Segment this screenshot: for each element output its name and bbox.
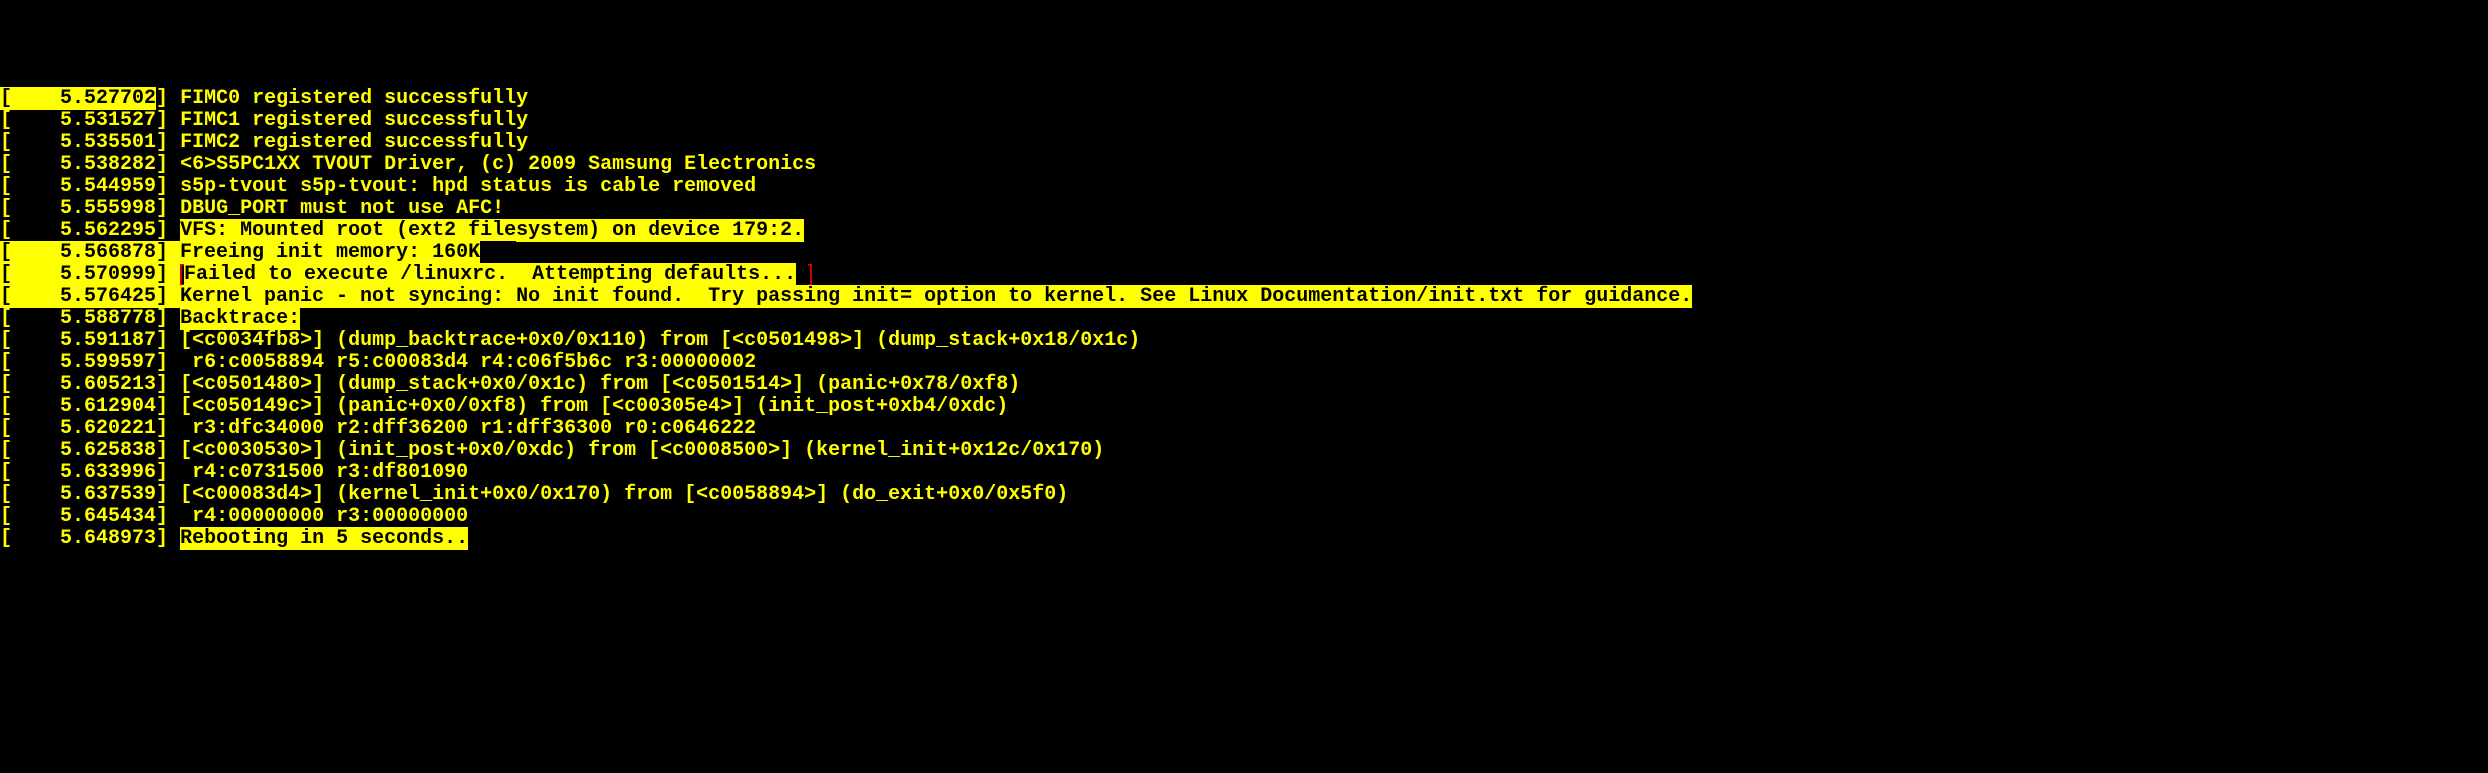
timestamp: 5.637539 [12, 483, 156, 506]
timestamp: 5.588778 [12, 307, 156, 330]
log-message: FIMC1 registered successfully [180, 109, 528, 132]
log-line: [ 5.637539] [<c00083d4>] (kernel_init+0x… [0, 484, 2488, 506]
log-line-hl: [ 5.576425] Kernel panic - not syncing: … [0, 285, 1692, 308]
log-line: [ 5.645434] r4:00000000 r3:00000000 [0, 506, 2488, 528]
log-message: r4:c0731500 r3:df801090 [180, 461, 468, 484]
log-line: [ 5.648973] Rebooting in 5 seconds.. [0, 528, 2488, 550]
timestamp: 5.538282 [12, 153, 156, 176]
timestamp: 5.633996 [12, 461, 156, 484]
log-line: [ 5.633996] r4:c0731500 r3:df801090 [0, 462, 2488, 484]
log-line: [ 5.605213] [<c0501480>] (dump_stack+0x0… [0, 374, 2488, 396]
timestamp: 5.527702 [12, 87, 156, 110]
terminal-output: [ 5.527702] FIMC0 registered successfull… [0, 88, 2488, 550]
log-line: [ 5.538282] <6>S5PC1XX TVOUT Driver, (c)… [0, 154, 2488, 176]
log-message: Freeing init memory: 160K [180, 241, 480, 264]
log-message: Rebooting in 5 seconds.. [180, 527, 468, 550]
timestamp: 5.562295 [12, 219, 156, 242]
log-message: r6:c0058894 r5:c00083d4 r4:c06f5b6c r3:0… [180, 351, 756, 374]
timestamp: 5.620221 [12, 417, 156, 440]
log-message: [<c0034fb8>] (dump_backtrace+0x0/0x110) … [180, 329, 1140, 352]
log-line: [ 5.576425] Kernel panic - not syncing: … [0, 286, 2488, 308]
error-highlight-box: Failed to execute /linuxrc. Attempting d… [180, 264, 812, 286]
log-message: <6>S5PC1XX TVOUT Driver, (c) 2009 Samsun… [180, 153, 816, 176]
log-message: Failed to execute /linuxrc. Attempting d… [184, 263, 796, 286]
log-line: [ 5.588778] Backtrace: [0, 308, 2488, 330]
log-message: FIMC0 registered successfully [180, 87, 528, 110]
log-line: [ 5.562295] VFS: Mounted root (ext2 file… [0, 220, 2488, 242]
log-message: s5p-tvout s5p-tvout: hpd status is cable… [180, 175, 756, 198]
log-message: [<c050149c>] (panic+0x0/0xf8) from [<c00… [180, 395, 1008, 418]
log-line: [ 5.591187] [<c0034fb8>] (dump_backtrace… [0, 330, 2488, 352]
timestamp: 5.544959 [12, 175, 156, 198]
timestamp: 5.612904 [12, 395, 156, 418]
log-message: r3:dfc34000 r2:dff36200 r1:dff36300 r0:c… [180, 417, 756, 440]
log-line: [ 5.620221] r3:dfc34000 r2:dff36200 r1:d… [0, 418, 2488, 440]
timestamp: 5.645434 [12, 505, 156, 528]
timestamp: 5.648973 [12, 527, 156, 550]
timestamp: 5.625838 [12, 439, 156, 462]
log-line: [ 5.570999] Failed to execute /linuxrc. … [0, 264, 2488, 286]
log-line: [ 5.555998] DBUG_PORT must not use AFC! [0, 198, 2488, 220]
log-line: [ 5.612904] [<c050149c>] (panic+0x0/0xf8… [0, 396, 2488, 418]
log-line: [ 5.625838] [<c0030530>] (init_post+0x0/… [0, 440, 2488, 462]
log-message: [<c0030530>] (init_post+0x0/0xdc) from [… [180, 439, 1104, 462]
timestamp: [ 5.566878] [0, 241, 180, 264]
timestamp: 5.535501 [12, 131, 156, 154]
log-line: [ 5.566878] Freeing init memory: 160K [0, 242, 2488, 264]
log-line: [ 5.599597] r6:c0058894 r5:c00083d4 r4:c… [0, 352, 2488, 374]
log-line: [ 5.544959] s5p-tvout s5p-tvout: hpd sta… [0, 176, 2488, 198]
log-message: FIMC2 registered successfully [180, 131, 528, 154]
log-message: r4:00000000 r3:00000000 [180, 505, 468, 528]
log-message: Backtrace: [180, 307, 300, 330]
log-message: DBUG_PORT must not use AFC! [180, 197, 504, 220]
log-line: [ 5.535501] FIMC2 registered successfull… [0, 132, 2488, 154]
timestamp: 5.591187 [12, 329, 156, 352]
timestamp: 5.531527 [12, 109, 156, 132]
log-message: VFS: Mounted root (ext2 filesystem) on d… [180, 219, 804, 242]
timestamp: 5.555998 [12, 197, 156, 220]
log-message: [<c00083d4>] (kernel_init+0x0/0x170) fro… [180, 483, 1068, 506]
log-message: [<c0501480>] (dump_stack+0x0/0x1c) from … [180, 373, 1020, 396]
log-line: [ 5.527702] FIMC0 registered successfull… [0, 88, 2488, 110]
log-line: [ 5.531527] FIMC1 registered successfull… [0, 110, 2488, 132]
timestamp: 5.599597 [12, 351, 156, 374]
timestamp: 5.605213 [12, 373, 156, 396]
timestamp: [ 5.570999] [0, 263, 180, 286]
